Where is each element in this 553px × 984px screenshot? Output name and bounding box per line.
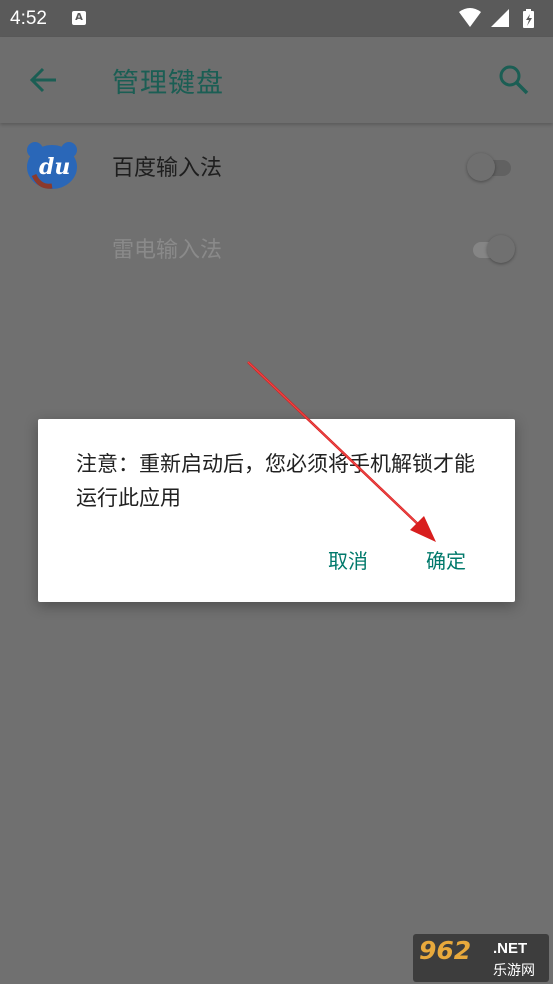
toggle-knob: [467, 153, 495, 181]
search-button[interactable]: [497, 63, 531, 97]
keyboard-toggle-baidu[interactable]: [467, 152, 513, 182]
notification-icon: A: [72, 11, 86, 25]
keyboard-item-leidian: 雷电输入法: [0, 206, 553, 288]
confirm-dialog: 注意：重新启动后，您必须将手机解锁才能运行此应用 取消 确定: [38, 419, 515, 602]
keyboard-label: 雷电输入法: [112, 238, 223, 263]
toggle-knob: [487, 235, 515, 263]
keyboard-item-baidu[interactable]: du 百度输入法: [0, 124, 553, 206]
back-button[interactable]: [26, 63, 60, 97]
watermark-net: .NET: [493, 940, 528, 957]
arrow-back-icon: [29, 67, 56, 93]
search-icon: [499, 65, 529, 95]
cancel-button[interactable]: 取消: [328, 545, 368, 574]
dialog-message: 注意：重新启动后，您必须将手机解锁才能运行此应用: [76, 452, 475, 510]
status-time: 4:52: [10, 8, 47, 29]
watermark-number: 962: [419, 936, 472, 965]
status-icons: [457, 7, 545, 29]
status-bar: 4:52 A: [0, 0, 553, 37]
watermark-site: 乐游网: [493, 963, 535, 979]
signal-icon: [491, 9, 509, 27]
page-title: 管理键盘: [112, 68, 224, 99]
baidu-du-icon: du: [26, 140, 78, 190]
baidu-du-label: du: [39, 154, 70, 180]
battery-icon: [523, 9, 534, 28]
keyboard-toggle-leidian: [469, 234, 515, 264]
ok-button[interactable]: 确定: [426, 545, 466, 574]
app-bar: 管理键盘: [0, 37, 553, 123]
watermark-logo: 962 .NET 乐游网: [413, 934, 549, 982]
keyboard-label: 百度输入法: [112, 156, 223, 181]
wifi-icon: [459, 8, 481, 27]
